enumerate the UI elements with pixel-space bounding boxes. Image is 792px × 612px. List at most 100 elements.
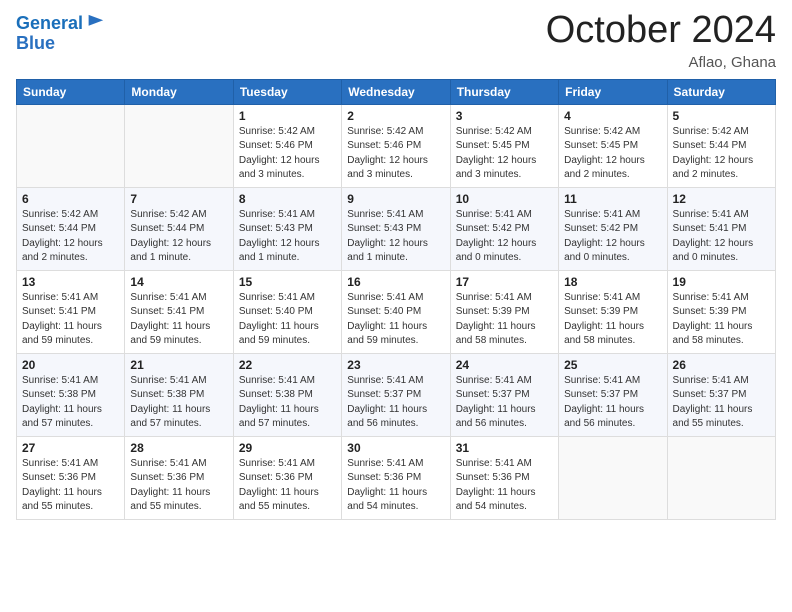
calendar-cell: 5 Sunrise: 5:42 AMSunset: 5:44 PMDaylight…: [667, 104, 775, 187]
day-info: Sunrise: 5:41 AMSunset: 5:36 PMDaylight:…: [130, 457, 227, 515]
day-info: Sunrise: 5:42 AMSunset: 5:46 PMDaylight:…: [239, 125, 336, 183]
day-info: Sunrise: 5:41 AMSunset: 5:38 PMDaylight:…: [130, 374, 227, 432]
day-number: 30: [347, 441, 444, 455]
calendar-cell: 16 Sunrise: 5:41 AMSunset: 5:40 PMDayligh…: [342, 270, 450, 353]
day-number: 18: [564, 275, 661, 289]
day-info: Sunrise: 5:41 AMSunset: 5:41 PMDaylight:…: [130, 291, 227, 349]
page: General Blue October 2024 Aflao, Ghana S…: [0, 0, 792, 612]
logo-icon: [85, 13, 105, 33]
day-info: Sunrise: 5:41 AMSunset: 5:36 PMDaylight:…: [239, 457, 336, 515]
calendar-cell: 25 Sunrise: 5:41 AMSunset: 5:37 PMDayligh…: [559, 353, 667, 436]
logo: General Blue: [16, 14, 105, 54]
day-info: Sunrise: 5:41 AMSunset: 5:37 PMDaylight:…: [564, 374, 661, 432]
calendar-cell: [125, 104, 233, 187]
calendar-cell: 9 Sunrise: 5:41 AMSunset: 5:43 PMDaylight…: [342, 187, 450, 270]
calendar-header-friday: Friday: [559, 79, 667, 104]
day-number: 31: [456, 441, 553, 455]
day-info: Sunrise: 5:41 AMSunset: 5:39 PMDaylight:…: [564, 291, 661, 349]
day-number: 1: [239, 109, 336, 123]
calendar-cell: 28Sunrise: 5:41 AMSunset: 5:36 PMDayligh…: [125, 436, 233, 519]
day-info: Sunrise: 5:41 AMSunset: 5:38 PMDaylight:…: [239, 374, 336, 432]
calendar-cell: 19Sunrise: 5:41 AMSunset: 5:39 PMDayligh…: [667, 270, 775, 353]
logo-line2: Blue: [16, 34, 105, 54]
day-info: Sunrise: 5:42 AMSunset: 5:46 PMDaylight:…: [347, 125, 444, 183]
day-info: Sunrise: 5:41 AMSunset: 5:36 PMDaylight:…: [347, 457, 444, 515]
day-info: Sunrise: 5:42 AMSunset: 5:44 PMDaylight:…: [130, 208, 227, 266]
day-number: 4: [564, 109, 661, 123]
day-number: 11: [564, 192, 661, 206]
calendar-week-row: 27 Sunrise: 5:41 AMSunset: 5:36 PMDayligh…: [17, 436, 776, 519]
day-number: 10: [456, 192, 553, 206]
logo-text: General: [16, 14, 83, 34]
day-number: 25: [564, 358, 661, 372]
calendar-cell: 30 Sunrise: 5:41 AMSunset: 5:36 PMDayligh…: [342, 436, 450, 519]
calendar-header-row: SundayMondayTuesdayWednesdayThursdayFrid…: [17, 79, 776, 104]
calendar-header-thursday: Thursday: [450, 79, 558, 104]
day-info: Sunrise: 5:41 AMSunset: 5:37 PMDaylight:…: [347, 374, 444, 432]
day-info: Sunrise: 5:41 AMSunset: 5:41 PMDaylight:…: [673, 208, 770, 266]
day-info: Sunrise: 5:41 AMSunset: 5:42 PMDaylight:…: [456, 208, 553, 266]
day-number: 14: [130, 275, 227, 289]
calendar-cell: 23 Sunrise: 5:41 AMSunset: 5:37 PMDayligh…: [342, 353, 450, 436]
calendar-header-tuesday: Tuesday: [233, 79, 341, 104]
day-info: Sunrise: 5:41 AMSunset: 5:43 PMDaylight:…: [239, 208, 336, 266]
day-info: Sunrise: 5:42 AMSunset: 5:45 PMDaylight:…: [456, 125, 553, 183]
calendar-week-row: 20Sunrise: 5:41 AMSunset: 5:38 PMDayligh…: [17, 353, 776, 436]
day-number: 7: [130, 192, 227, 206]
calendar-cell: [667, 436, 775, 519]
calendar: SundayMondayTuesdayWednesdayThursdayFrid…: [16, 79, 776, 520]
calendar-cell: 18 Sunrise: 5:41 AMSunset: 5:39 PMDayligh…: [559, 270, 667, 353]
day-number: 17: [456, 275, 553, 289]
calendar-cell: 10 Sunrise: 5:41 AMSunset: 5:42 PMDayligh…: [450, 187, 558, 270]
calendar-header-wednesday: Wednesday: [342, 79, 450, 104]
day-number: 2: [347, 109, 444, 123]
day-number: 13: [22, 275, 119, 289]
day-number: 3: [456, 109, 553, 123]
day-number: 22: [239, 358, 336, 372]
calendar-header-sunday: Sunday: [17, 79, 125, 104]
day-number: 19: [673, 275, 770, 289]
day-info: Sunrise: 5:41 AMSunset: 5:43 PMDaylight:…: [347, 208, 444, 266]
calendar-cell: 6 Sunrise: 5:42 AMSunset: 5:44 PMDaylight…: [17, 187, 125, 270]
calendar-cell: 17 Sunrise: 5:41 AMSunset: 5:39 PMDayligh…: [450, 270, 558, 353]
day-number: 27: [22, 441, 119, 455]
calendar-cell: 3 Sunrise: 5:42 AMSunset: 5:45 PMDaylight…: [450, 104, 558, 187]
calendar-cell: 8Sunrise: 5:41 AMSunset: 5:43 PMDaylight…: [233, 187, 341, 270]
month-title: October 2024: [546, 10, 776, 52]
calendar-cell: 7 Sunrise: 5:42 AMSunset: 5:44 PMDaylight…: [125, 187, 233, 270]
calendar-cell: 21Sunrise: 5:41 AMSunset: 5:38 PMDayligh…: [125, 353, 233, 436]
calendar-week-row: 13 Sunrise: 5:41 AMSunset: 5:41 PMDayligh…: [17, 270, 776, 353]
day-info: Sunrise: 5:41 AMSunset: 5:40 PMDaylight:…: [347, 291, 444, 349]
day-number: 9: [347, 192, 444, 206]
calendar-week-row: 6 Sunrise: 5:42 AMSunset: 5:44 PMDaylight…: [17, 187, 776, 270]
calendar-cell: 27 Sunrise: 5:41 AMSunset: 5:36 PMDayligh…: [17, 436, 125, 519]
day-info: Sunrise: 5:41 AMSunset: 5:39 PMDaylight:…: [456, 291, 553, 349]
calendar-cell: 13 Sunrise: 5:41 AMSunset: 5:41 PMDayligh…: [17, 270, 125, 353]
calendar-cell: 26Sunrise: 5:41 AMSunset: 5:37 PMDayligh…: [667, 353, 775, 436]
day-info: Sunrise: 5:41 AMSunset: 5:38 PMDaylight:…: [22, 374, 119, 432]
calendar-cell: 2 Sunrise: 5:42 AMSunset: 5:46 PMDaylight…: [342, 104, 450, 187]
day-number: 23: [347, 358, 444, 372]
day-number: 6: [22, 192, 119, 206]
day-number: 5: [673, 109, 770, 123]
day-number: 15: [239, 275, 336, 289]
calendar-cell: 1 Sunrise: 5:42 AMSunset: 5:46 PMDaylight…: [233, 104, 341, 187]
title-block: October 2024 Aflao, Ghana: [546, 10, 776, 71]
day-info: Sunrise: 5:42 AMSunset: 5:44 PMDaylight:…: [22, 208, 119, 266]
day-number: 12: [673, 192, 770, 206]
calendar-header-monday: Monday: [125, 79, 233, 104]
day-info: Sunrise: 5:41 AMSunset: 5:42 PMDaylight:…: [564, 208, 661, 266]
day-info: Sunrise: 5:41 AMSunset: 5:36 PMDaylight:…: [22, 457, 119, 515]
calendar-week-row: 1 Sunrise: 5:42 AMSunset: 5:46 PMDaylight…: [17, 104, 776, 187]
calendar-cell: 24Sunrise: 5:41 AMSunset: 5:37 PMDayligh…: [450, 353, 558, 436]
day-info: Sunrise: 5:41 AMSunset: 5:37 PMDaylight:…: [456, 374, 553, 432]
day-info: Sunrise: 5:42 AMSunset: 5:44 PMDaylight:…: [673, 125, 770, 183]
calendar-cell: [17, 104, 125, 187]
calendar-cell: 22 Sunrise: 5:41 AMSunset: 5:38 PMDayligh…: [233, 353, 341, 436]
calendar-cell: 4Sunrise: 5:42 AMSunset: 5:45 PMDaylight…: [559, 104, 667, 187]
calendar-cell: [559, 436, 667, 519]
calendar-cell: 12 Sunrise: 5:41 AMSunset: 5:41 PMDayligh…: [667, 187, 775, 270]
day-number: 16: [347, 275, 444, 289]
day-info: Sunrise: 5:41 AMSunset: 5:37 PMDaylight:…: [673, 374, 770, 432]
day-info: Sunrise: 5:41 AMSunset: 5:41 PMDaylight:…: [22, 291, 119, 349]
